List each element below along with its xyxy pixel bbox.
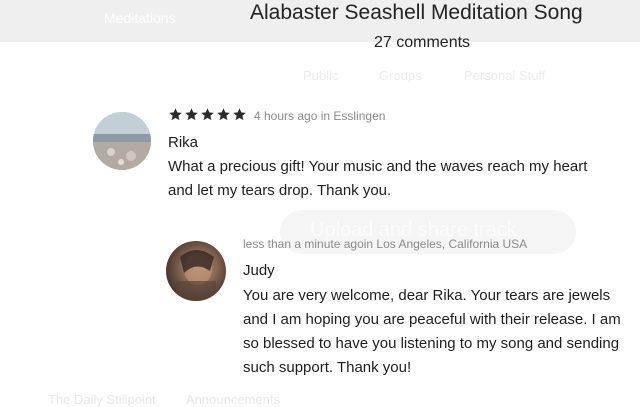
star-icon (185, 108, 198, 121)
star-icon (217, 108, 230, 121)
comment-author[interactable]: Judy (243, 262, 275, 279)
star-icon (233, 108, 246, 121)
background-tab-public[interactable]: Public (303, 68, 338, 83)
background-footer-link-announcements[interactable]: Announcements (186, 392, 280, 407)
comment-text: What a precious gift! Your music and the… (168, 158, 588, 199)
star-icon (169, 108, 182, 121)
avatar-photo-icon (93, 112, 151, 170)
background-footer-link-daily[interactable]: The Daily Stillpoint (48, 392, 156, 407)
song-title: Alabaster Seashell Meditation Song (250, 1, 583, 24)
star-icon (201, 108, 214, 121)
comment-author[interactable]: Rika (168, 134, 198, 151)
comment-meta: less than a minute agoin Los Angeles, Ca… (243, 237, 528, 251)
avatar[interactable] (93, 112, 151, 170)
comment-text: You are very welcome, dear Rika. Your te… (243, 287, 621, 376)
background-tab-groups[interactable]: Groups (379, 68, 422, 83)
background-tab-personal[interactable]: Personal Stuff (464, 68, 545, 83)
avatar-photo-icon (176, 250, 216, 301)
background-nav-label[interactable]: Meditations (104, 10, 176, 26)
avatar[interactable] (166, 241, 226, 301)
comment-meta: 4 hours ago in Esslingen (254, 109, 386, 123)
comment-count: 27 comments (374, 34, 471, 51)
rating-stars (168, 107, 247, 122)
